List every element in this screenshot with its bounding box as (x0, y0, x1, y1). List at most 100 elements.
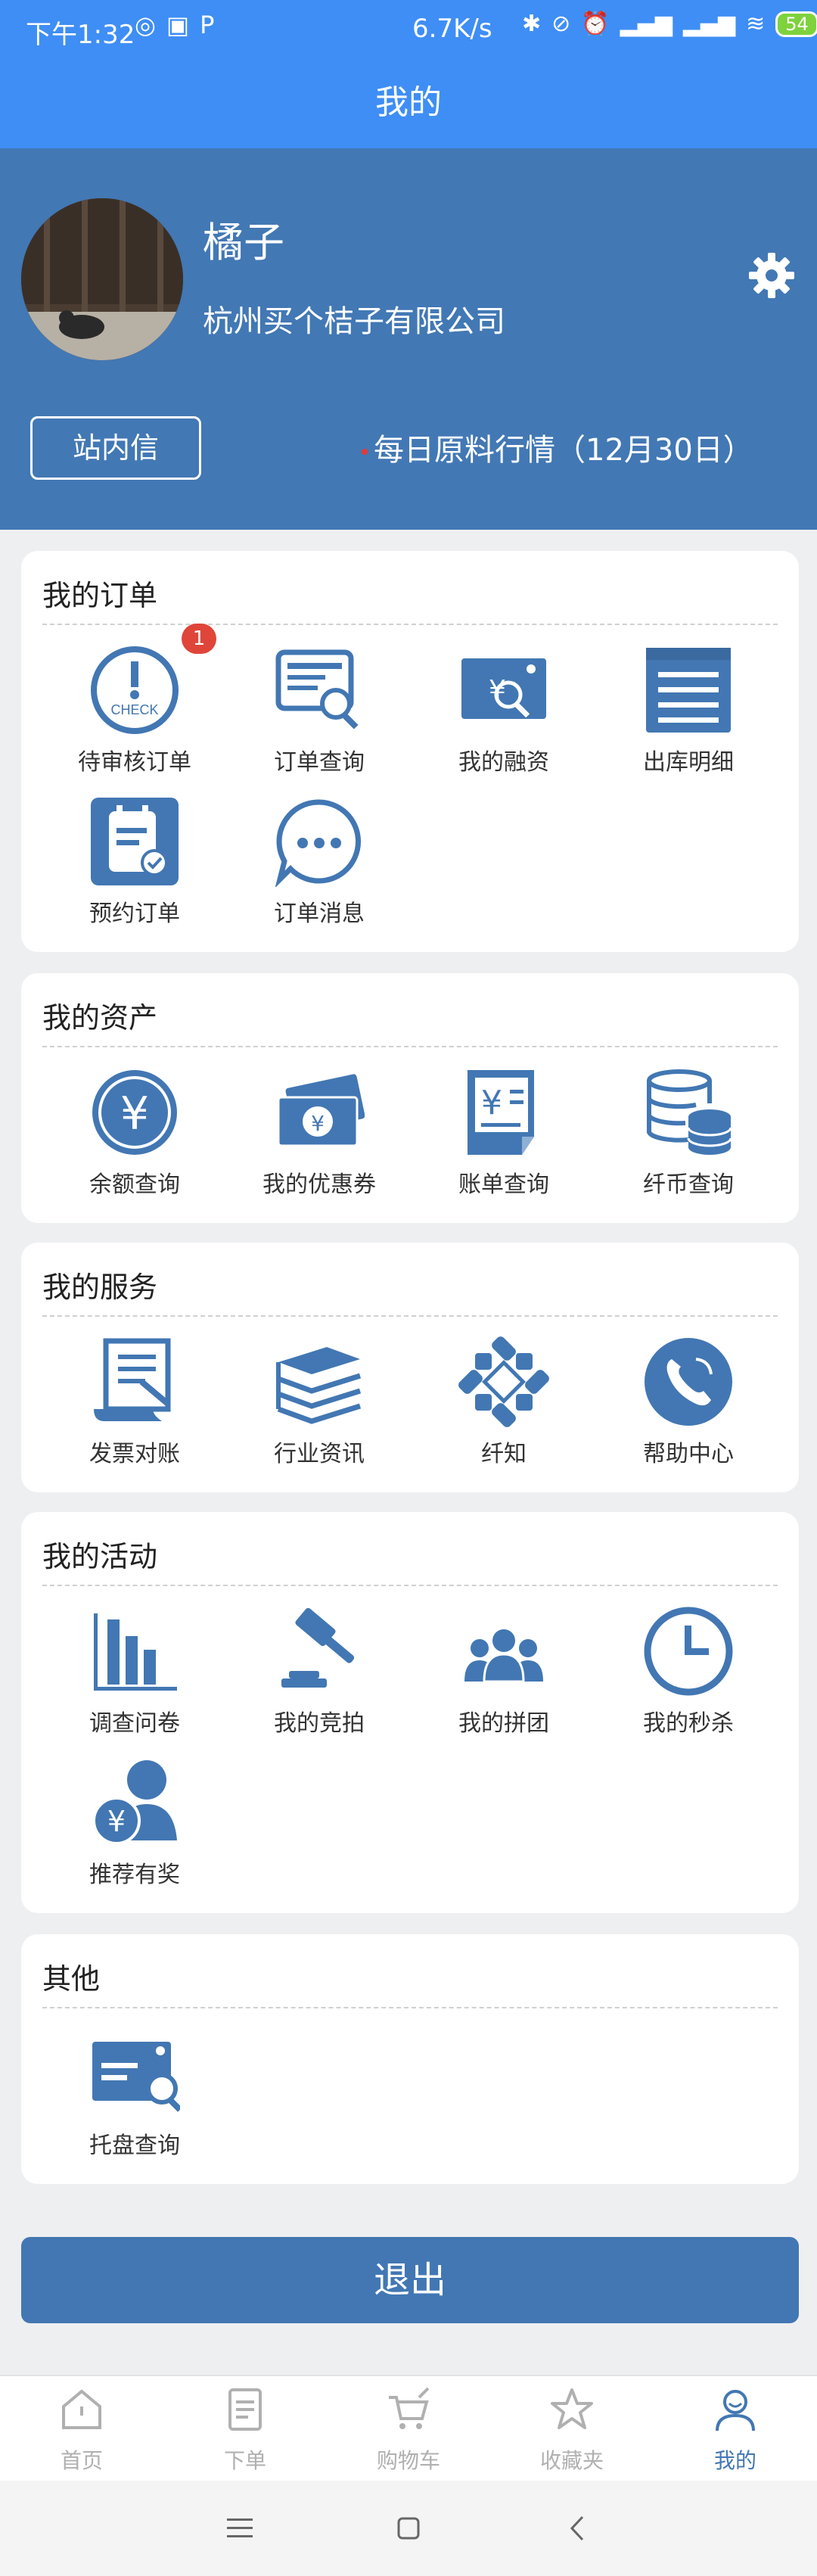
survey-item[interactable]: 调查问卷 (42, 1598, 227, 1737)
svg-text:¥: ¥ (311, 1111, 325, 1136)
logout-button[interactable]: 退出 (21, 2237, 799, 2323)
item-label: 预约订单 (89, 901, 180, 927)
book-stack-icon (276, 1347, 362, 1424)
user-icon (716, 2390, 755, 2431)
item-label: 我的秒杀 (643, 1710, 734, 1737)
item-label: 纤币查询 (643, 1171, 734, 1198)
clock-icon (644, 1607, 733, 1696)
svg-text:¥: ¥ (120, 1087, 149, 1140)
financing-item[interactable]: ¥ 我的融资 (412, 637, 596, 776)
tab-cart[interactable]: 购物车 (327, 2387, 490, 2478)
page-title: 我的 (0, 58, 817, 148)
app-icon: ▣ (166, 11, 190, 39)
item-label: 订单消息 (274, 901, 365, 927)
status-system-icons: ✱ ⊘ ⏰ ▂▄▆ ▂▄▆ ≋ 54 ⚡ (522, 11, 817, 37)
wifi-icon: ≋ (746, 11, 766, 37)
tab-label: 首页 (60, 2448, 103, 2473)
chat-bubble-icon (275, 799, 362, 887)
invoice-pen-icon (94, 1338, 171, 1421)
status-notification-icons: ◎ ▣ P (135, 11, 214, 39)
bill-query-item[interactable]: ¥ 账单查询 (412, 1059, 596, 1198)
help-center-item[interactable]: 帮助中心 (596, 1329, 781, 1467)
status-time: 下午1:32 (26, 20, 135, 50)
bar-chart-icon (94, 1613, 177, 1691)
item-label: 推荐有奖 (89, 1862, 180, 1888)
hands-teamwork-icon (458, 1336, 549, 1427)
signal-icon: ▂▄▆ (682, 11, 736, 37)
group-buy-item[interactable]: 我的拼团 (412, 1598, 596, 1737)
divider (42, 2007, 778, 2008)
item-label: 我的优惠券 (262, 1171, 376, 1198)
item-label: 我的竞拍 (274, 1710, 365, 1737)
group-people-icon (464, 1629, 543, 1683)
divider (42, 1046, 778, 1047)
tab-home[interactable]: 首页 (0, 2387, 163, 2478)
other-title: 其他 (42, 1962, 101, 1996)
fiber-knowledge-item[interactable]: 纤知 (412, 1329, 596, 1467)
list-window-icon (646, 648, 731, 733)
referral-item[interactable]: ¥ 推荐有奖 (42, 1750, 227, 1888)
home-icon (62, 2389, 101, 2429)
avatar[interactable] (21, 198, 183, 360)
star-icon (551, 2388, 593, 2429)
back-icon[interactable] (560, 2509, 598, 2547)
tab-favorites[interactable]: 收藏夹 (490, 2387, 654, 2478)
item-label: 账单查询 (458, 1171, 549, 1198)
bullet-dot (362, 449, 368, 455)
orders-title: 我的订单 (42, 579, 158, 612)
order-query-item[interactable]: 订单查询 (227, 637, 412, 776)
item-label: 余额查询 (89, 1171, 180, 1198)
network-speed: 6.7K/s (412, 14, 492, 44)
item-label: 待审核订单 (78, 749, 191, 776)
alarm-icon: ⏰ (581, 11, 610, 37)
assets-title: 我的资产 (42, 1001, 158, 1034)
app-icon: ◎ (135, 11, 156, 39)
bluetooth-icon: ✱ (522, 11, 542, 37)
balance-item[interactable]: ¥ 余额查询 (42, 1059, 227, 1198)
reserved-orders-item[interactable]: 预约订单 (42, 789, 227, 927)
mute-icon: ⊘ (551, 11, 571, 37)
bottom-tab-bar: 首页 下单 购物车 收藏夹 我的 (0, 2375, 817, 2481)
pending-orders-item[interactable]: CHECK 待审核订单 (42, 637, 227, 776)
item-label: 我的拼团 (458, 1710, 549, 1737)
svg-text:¥: ¥ (481, 1084, 502, 1122)
outbound-details-item[interactable]: 出库明细 (596, 637, 781, 776)
gavel-icon (281, 1607, 355, 1688)
tab-mine[interactable]: 我的 (654, 2387, 817, 2478)
system-navigation-bar (0, 2481, 817, 2576)
flash-sale-item[interactable]: 我的秒杀 (596, 1598, 781, 1737)
tab-label: 我的 (713, 2448, 756, 2473)
phone-icon (645, 1338, 732, 1426)
card-search-icon (92, 2042, 180, 2112)
order-messages-item[interactable]: 订单消息 (227, 789, 412, 927)
tab-order[interactable]: 下单 (163, 2387, 327, 2478)
svg-text:CHECK: CHECK (110, 702, 158, 717)
industry-news-item[interactable]: 行业资讯 (227, 1329, 412, 1467)
bill-icon: ¥ (468, 1070, 534, 1155)
fiber-coin-item[interactable]: 纤币查询 (596, 1059, 781, 1198)
notification-badge: 1 (182, 624, 216, 654)
item-label: 订单查询 (274, 749, 365, 776)
menu-icon[interactable] (221, 2509, 259, 2547)
item-label: 托盘查询 (89, 2133, 180, 2159)
divider (42, 624, 778, 625)
pallet-query-item[interactable]: 托盘查询 (42, 2021, 227, 2159)
auction-item[interactable]: 我的竞拍 (227, 1598, 412, 1737)
calendar-check-icon (91, 798, 179, 885)
gear-icon[interactable] (747, 251, 796, 300)
item-label: 纤知 (481, 1441, 527, 1467)
item-label: 帮助中心 (643, 1441, 734, 1467)
daily-market-link[interactable]: 每日原料行情（12月30日） (362, 425, 753, 469)
invoice-item[interactable]: 发票对账 (42, 1329, 227, 1467)
item-label: 行业资讯 (274, 1441, 365, 1467)
user-yuan-icon: ¥ (92, 1760, 177, 1845)
coupons-item[interactable]: ¥ 我的优惠券 (227, 1059, 412, 1198)
item-label: 发票对账 (89, 1441, 180, 1467)
coin-stack-icon (647, 1069, 732, 1155)
company-name: 杭州买个桔子有限公司 (203, 304, 505, 339)
tab-label: 下单 (223, 2448, 266, 2473)
home-square-icon[interactable] (390, 2509, 427, 2547)
inbox-button[interactable]: 站内信 (30, 416, 201, 480)
battery-icon: 54 (775, 11, 817, 37)
services-title: 我的服务 (42, 1271, 158, 1304)
